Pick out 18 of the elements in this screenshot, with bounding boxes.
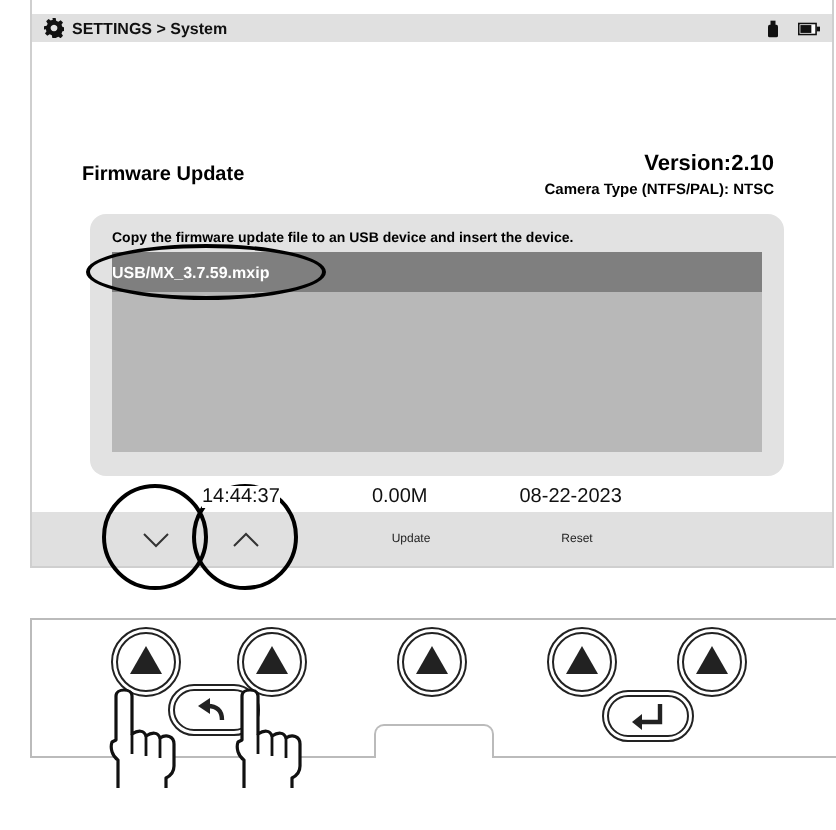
arrow-key[interactable] <box>676 626 748 698</box>
battery-icon <box>798 21 820 35</box>
screen-title: SETTINGS > System <box>72 19 228 37</box>
usb-drive-icon <box>768 19 778 37</box>
settings-icon <box>44 18 64 38</box>
date-text: 08-22-2023 <box>519 486 622 508</box>
time-text: 14:44:37 <box>202 486 280 508</box>
arrow-key[interactable] <box>396 626 468 698</box>
enter-key[interactable] <box>602 690 694 742</box>
arrow-key[interactable] <box>110 626 182 698</box>
version-text: Version:2.10 <box>644 152 774 176</box>
arrow-key[interactable] <box>236 626 308 698</box>
size-text: 0.00M <box>371 486 428 508</box>
arrow-key[interactable] <box>546 626 618 698</box>
chevron-up-icon[interactable] <box>231 531 259 547</box>
section-heading: Firmware Update <box>82 164 245 186</box>
chevron-down-icon[interactable] <box>141 531 169 547</box>
file-item[interactable]: USB/MX_3.7.59.mxip <box>112 252 762 292</box>
